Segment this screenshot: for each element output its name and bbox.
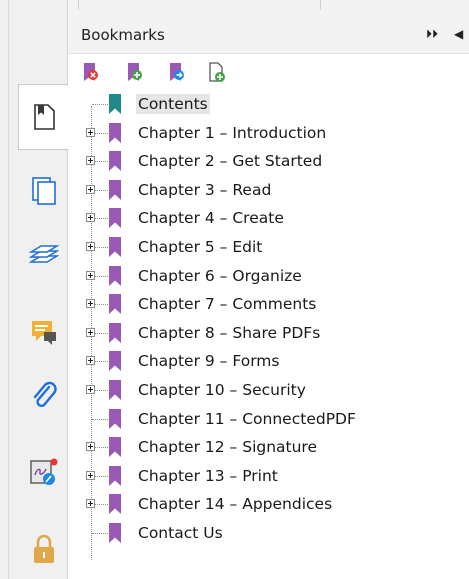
- bookmark-row[interactable]: Chapter 10 – Security: [68, 376, 469, 404]
- bookmark-row[interactable]: Chapter 11 – ConnectedPDF: [68, 405, 469, 433]
- expand-toggle-icon[interactable]: [86, 385, 95, 394]
- bookmark-icon: [109, 294, 121, 315]
- add-bookmark-button[interactable]: [122, 60, 148, 86]
- delete-bookmark-button[interactable]: [78, 60, 104, 86]
- expand-toggle-icon[interactable]: [86, 470, 95, 480]
- bookmark-label: Chapter 12 – Signature: [138, 438, 317, 457]
- expand-toggle-icon[interactable]: [86, 127, 95, 137]
- expand-toggle-icon[interactable]: [86, 356, 95, 366]
- bookmark-icon: [109, 151, 121, 172]
- bookmark-label: Chapter 5 – Edit: [138, 238, 263, 256]
- bookmark-row[interactable]: Chapter 3 – Read: [68, 176, 469, 204]
- bookmark-row[interactable]: Chapter 12 – Signature: [68, 433, 469, 461]
- bookmark-label: Contents: [136, 94, 210, 114]
- bookmark-row[interactable]: Chapter 1 – Introduction: [68, 119, 469, 147]
- bookmark-row[interactable]: Chapter 6 – Organize: [68, 262, 469, 290]
- top-strip: [0, 0, 469, 14]
- bookmark-label: Chapter 6 – Organize: [138, 266, 302, 285]
- bookmark-label: Chapter 11 – ConnectedPDF: [138, 409, 356, 428]
- bookmark-row[interactable]: Chapter 2 – Get Started: [68, 147, 469, 175]
- bookmark-row[interactable]: Chapter 8 – Share PDFs: [68, 319, 469, 347]
- bookmark-icon: [109, 237, 121, 257]
- pages-tab-icon[interactable]: [26, 172, 62, 208]
- bookmark-label: Chapter 10 – Security: [138, 381, 306, 399]
- expand-toggle-icon[interactable]: [86, 156, 95, 166]
- top-divider: [320, 0, 321, 10]
- bookmark-icon: [109, 408, 121, 429]
- rail-divider: [8, 0, 9, 579]
- add-bookmark-icon: [128, 63, 142, 81]
- bookmarks-window: Bookmarks ⏵⏵ ◀ Contents Chapter 1 – Intr…: [0, 0, 469, 579]
- new-bookmark-from-page-button[interactable]: [204, 60, 230, 86]
- bookmark-icon: [109, 122, 121, 143]
- expand-toggle-icon[interactable]: [86, 299, 95, 309]
- bookmark-row[interactable]: Chapter 4 – Create: [68, 204, 469, 232]
- expand-toggle-icon[interactable]: [86, 327, 95, 337]
- delete-bookmark-icon: [84, 63, 98, 81]
- panel-header: Bookmarks ⏵⏵ ◀: [68, 14, 469, 54]
- bookmark-label: Chapter 8 – Share PDFs: [138, 323, 321, 342]
- expand-toggle-icon[interactable]: [86, 213, 95, 223]
- expand-toggle-icon[interactable]: [86, 499, 95, 509]
- bookmark-row[interactable]: Chapter 13 – Print: [68, 462, 469, 490]
- bookmark-label: Contact Us: [138, 524, 223, 542]
- bookmark-row[interactable]: Chapter 9 – Forms: [68, 347, 469, 375]
- bookmark-row[interactable]: Chapter 5 – Edit: [68, 233, 469, 261]
- bookmark-label: Chapter 4 – Create: [138, 209, 284, 228]
- bookmark-label: Chapter 3 – Read: [138, 180, 272, 199]
- bookmark-icon: [109, 94, 121, 114]
- security-tab-icon[interactable]: [26, 531, 62, 567]
- add-child-bookmark-button[interactable]: [164, 60, 190, 86]
- bookmark-icon: [109, 179, 121, 200]
- attachments-tab-icon[interactable]: [26, 378, 62, 414]
- bookmark-icon: [109, 351, 121, 372]
- bookmark-icon: [109, 465, 121, 486]
- expand-panel-button[interactable]: ⏵⏵: [426, 26, 438, 42]
- panel-title: Bookmarks: [81, 26, 165, 44]
- bookmark-label: Chapter 2 – Get Started: [138, 152, 323, 171]
- bookmark-icon: [109, 208, 121, 229]
- add-child-bookmark-icon: [170, 63, 184, 81]
- bookmark-icon: [109, 265, 121, 286]
- bookmark-row[interactable]: Chapter 7 – Comments: [68, 290, 469, 318]
- layers-tab-icon[interactable]: [26, 238, 62, 274]
- top-divider: [78, 0, 79, 10]
- expand-toggle-icon[interactable]: [86, 242, 95, 251]
- expand-toggle-icon[interactable]: [86, 270, 95, 280]
- bookmark-label: Chapter 7 – Comments: [138, 295, 317, 314]
- bookmark-icon: [109, 523, 121, 543]
- collapse-panel-button[interactable]: ◀: [454, 26, 463, 42]
- bookmark-label: Chapter 13 – Print: [138, 466, 278, 485]
- bookmark-row-root[interactable]: Contents: [68, 90, 469, 118]
- bookmark-icon: [109, 380, 121, 400]
- bookmark-tree: Contents Chapter 1 – Introduction Chapter …: [68, 90, 469, 579]
- bookmark-label: Chapter 9 – Forms: [138, 352, 280, 371]
- navigation-rail: [0, 0, 69, 579]
- expand-toggle-icon[interactable]: [86, 442, 95, 452]
- bookmark-row[interactable]: Chapter 14 – Appendices: [68, 490, 469, 518]
- bookmark-icon: [109, 494, 121, 515]
- bookmark-icon: [109, 322, 121, 343]
- expand-toggle-icon[interactable]: [86, 184, 95, 194]
- new-bookmark-from-page-icon: [209, 62, 225, 82]
- bookmark-icon: [109, 437, 121, 458]
- bookmark-label: Chapter 14 – Appendices: [138, 495, 333, 514]
- bookmark-row[interactable]: Contact Us: [68, 519, 469, 547]
- comments-tab-icon[interactable]: [26, 314, 62, 350]
- bookmark-label: Chapter 1 – Introduction: [138, 123, 327, 142]
- signatures-tab-icon[interactable]: [26, 454, 62, 490]
- bookmarks-tab-icon[interactable]: [26, 99, 62, 135]
- bookmark-toolbar: [68, 54, 469, 90]
